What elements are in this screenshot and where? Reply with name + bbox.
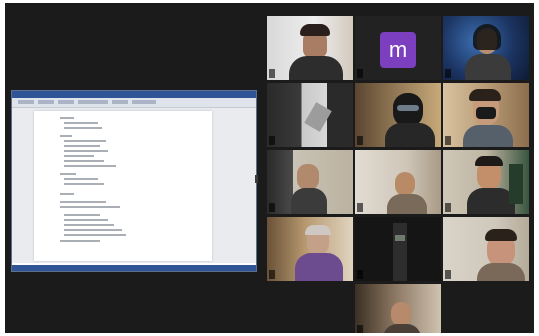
- participant-name: [269, 69, 275, 78]
- participant-name: [445, 136, 451, 145]
- participant-name: [357, 325, 363, 333]
- participant-name: [357, 270, 363, 279]
- participant-tile[interactable]: [443, 16, 529, 80]
- meeting-window: m: [5, 3, 534, 333]
- participant-name: [445, 270, 451, 279]
- participant-tile[interactable]: [267, 217, 353, 281]
- participant-tile[interactable]: [355, 83, 441, 147]
- participant-name: [269, 203, 275, 212]
- participant-name: [445, 203, 451, 212]
- screenshot-stage: m: [0, 0, 539, 336]
- participant-tile[interactable]: [267, 16, 353, 80]
- participant-tile-active-speaker[interactable]: [443, 217, 529, 281]
- participant-tile[interactable]: [443, 83, 529, 147]
- shared-doc-page: [34, 111, 212, 261]
- shared-doc-canvas: [12, 108, 256, 263]
- split-handle[interactable]: [255, 175, 258, 183]
- participant-name: [269, 136, 275, 145]
- shared-doc-statusbar: [12, 265, 256, 271]
- participant-name: [445, 69, 451, 78]
- participant-tile[interactable]: [267, 83, 353, 147]
- participant-tile[interactable]: [267, 150, 353, 214]
- participant-avatar: m: [380, 32, 416, 68]
- participant-name: [269, 270, 275, 279]
- participant-tile[interactable]: m: [355, 16, 441, 80]
- participant-tile[interactable]: [355, 284, 441, 333]
- participant-name: [357, 203, 363, 212]
- shared-screen[interactable]: [11, 90, 257, 272]
- participant-name: [357, 69, 363, 78]
- shared-doc-titlebar: [12, 91, 256, 98]
- participant-tile[interactable]: [355, 217, 441, 281]
- participant-tile[interactable]: [443, 150, 529, 214]
- shared-doc-toolbar: [12, 98, 256, 108]
- participant-tile[interactable]: [355, 150, 441, 214]
- participant-name: [357, 136, 363, 145]
